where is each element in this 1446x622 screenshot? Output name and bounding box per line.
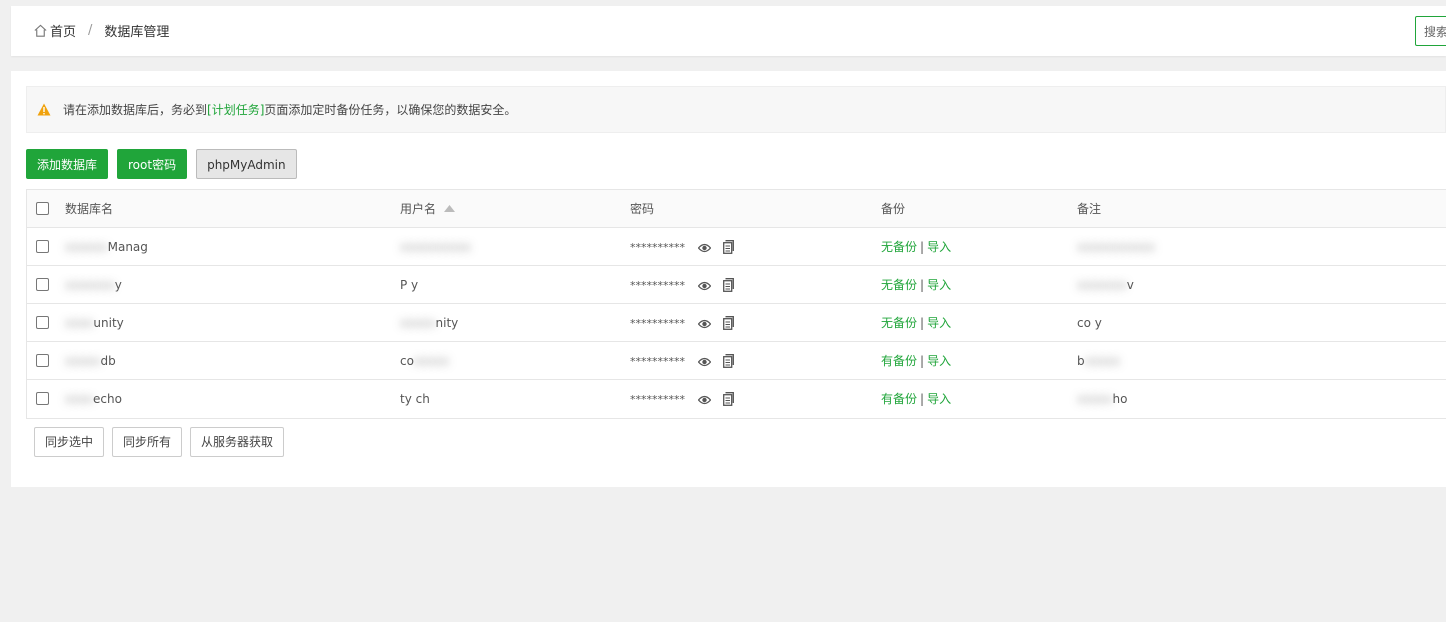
table-header: 数据库名 用户名 密码 备份 备注 bbox=[27, 190, 1446, 228]
db-note[interactable]: co y bbox=[1077, 304, 1102, 342]
search-input[interactable]: 搜索 bbox=[1415, 16, 1446, 46]
db-backup: 无备份 | 导入 bbox=[881, 240, 952, 254]
db-user: coxxxxx bbox=[400, 354, 450, 368]
db-name[interactable]: xxxxxdb bbox=[65, 342, 116, 380]
table-row: xxxxecho ty ch ********** 有备份 | 导入 xxxxxho bbox=[27, 380, 1446, 418]
table-row: xxxxxxxy P y ********** 无备份 | 导入 xxxxxxxv bbox=[27, 266, 1446, 304]
header-name: 数据库名 bbox=[65, 202, 114, 216]
root-password-button[interactable]: root密码 bbox=[117, 149, 188, 179]
password-mask: ********** bbox=[630, 355, 685, 368]
db-note[interactable]: xxxxxxxxxxx bbox=[1077, 228, 1155, 266]
notice-text-before: 请在添加数据库后，务必到 bbox=[63, 103, 208, 117]
row-checkbox[interactable] bbox=[36, 240, 49, 253]
db-note[interactable]: xxxxxxxv bbox=[1077, 266, 1134, 304]
copy-icon[interactable] bbox=[722, 316, 734, 330]
db-password: ********** bbox=[630, 304, 734, 342]
toolbar: 添加数据库 root密码 phpMyAdmin bbox=[26, 149, 306, 179]
copy-icon[interactable] bbox=[722, 240, 734, 254]
fetch-from-server-button[interactable]: 从服务器获取 bbox=[190, 427, 285, 457]
add-database-button[interactable]: 添加数据库 bbox=[26, 149, 109, 179]
import-link[interactable]: 导入 bbox=[927, 240, 951, 254]
eye-icon[interactable] bbox=[697, 280, 712, 292]
db-password: ********** bbox=[630, 342, 734, 380]
backup-link[interactable]: 有备份 bbox=[881, 392, 917, 406]
header-password: 密码 bbox=[630, 202, 655, 216]
db-password: ********** bbox=[630, 228, 734, 266]
database-panel: 请在添加数据库后，务必到 [计划任务] 页面添加定时备份任务，以确保您的数据安全。 … bbox=[11, 71, 1446, 487]
eye-icon[interactable] bbox=[697, 318, 712, 330]
backup-link[interactable]: 无备份 bbox=[881, 240, 917, 254]
db-password: ********** bbox=[630, 380, 734, 418]
db-user: ty ch bbox=[400, 392, 430, 406]
table-row: xxxxunity xxxxxnity ********** 无备份 | 导入 co… bbox=[27, 304, 1446, 342]
import-link[interactable]: 导入 bbox=[927, 392, 951, 406]
breadcrumb-home[interactable]: 首页 bbox=[50, 21, 76, 40]
backup-link[interactable]: 无备份 bbox=[881, 278, 917, 292]
copy-icon[interactable] bbox=[722, 392, 734, 406]
backup-link[interactable]: 有备份 bbox=[881, 354, 917, 368]
top-bar: 首页 / 数据库管理 搜索 bbox=[11, 6, 1446, 56]
password-mask: ********** bbox=[630, 317, 685, 330]
row-checkbox[interactable] bbox=[36, 392, 49, 405]
backup-notice: 请在添加数据库后，务必到 [计划任务] 页面添加定时备份任务，以确保您的数据安全。 bbox=[26, 86, 1446, 133]
db-name[interactable]: xxxxunity bbox=[65, 304, 124, 342]
db-backup: 无备份 | 导入 bbox=[881, 278, 952, 292]
sort-up-icon[interactable] bbox=[444, 205, 456, 212]
bulk-actions: 同步选中 同步所有 从服务器获取 bbox=[34, 427, 292, 457]
cron-task-link[interactable]: [计划任务] bbox=[207, 101, 264, 118]
backup-link[interactable]: 无备份 bbox=[881, 316, 917, 330]
header-user[interactable]: 用户名 bbox=[400, 190, 456, 228]
warning-icon bbox=[37, 103, 51, 116]
copy-icon[interactable] bbox=[722, 354, 734, 368]
sync-all-button[interactable]: 同步所有 bbox=[112, 427, 183, 457]
db-note[interactable]: xxxxxho bbox=[1077, 380, 1127, 418]
home-icon[interactable] bbox=[33, 23, 48, 38]
import-link[interactable]: 导入 bbox=[927, 278, 951, 292]
row-checkbox[interactable] bbox=[36, 354, 49, 367]
breadcrumb: 首页 / 数据库管理 bbox=[33, 21, 169, 40]
table-row: xxxxxxManag xxxxxxxxxx ********** 无备份 | 导入… bbox=[27, 228, 1446, 266]
db-user: xxxxxxxxxx bbox=[400, 240, 472, 254]
breadcrumb-separator: / bbox=[88, 23, 93, 38]
db-password: ********** bbox=[630, 266, 734, 304]
db-name[interactable]: xxxxxxManag bbox=[65, 228, 148, 266]
password-mask: ********** bbox=[630, 241, 685, 254]
header-user-label: 用户名 bbox=[400, 202, 437, 216]
row-checkbox[interactable] bbox=[36, 316, 49, 329]
db-user: xxxxxnity bbox=[400, 316, 459, 330]
database-table: 数据库名 用户名 密码 备份 备注 xxxxxxManag xxxxxxxxxx… bbox=[26, 189, 1446, 419]
db-backup: 有备份 | 导入 bbox=[881, 392, 952, 406]
breadcrumb-current: 数据库管理 bbox=[104, 25, 170, 40]
db-backup: 有备份 | 导入 bbox=[881, 354, 952, 368]
password-mask: ********** bbox=[630, 279, 685, 292]
db-user: P y bbox=[400, 278, 419, 292]
select-all-checkbox[interactable] bbox=[36, 202, 49, 215]
header-backup: 备份 bbox=[881, 202, 906, 216]
db-note[interactable]: bxxxxx bbox=[1077, 342, 1120, 380]
eye-icon[interactable] bbox=[697, 242, 712, 254]
copy-icon[interactable] bbox=[722, 278, 734, 292]
password-mask: ********** bbox=[630, 393, 685, 406]
import-link[interactable]: 导入 bbox=[927, 354, 951, 368]
row-checkbox[interactable] bbox=[36, 278, 49, 291]
db-backup: 无备份 | 导入 bbox=[881, 316, 952, 330]
eye-icon[interactable] bbox=[697, 356, 712, 368]
sync-selected-button[interactable]: 同步选中 bbox=[34, 427, 105, 457]
notice-text-after: 页面添加定时备份任务，以确保您的数据安全。 bbox=[264, 103, 517, 117]
phpmyadmin-button[interactable]: phpMyAdmin bbox=[196, 149, 297, 179]
db-name[interactable]: xxxxxxxy bbox=[65, 266, 122, 304]
db-name[interactable]: xxxxecho bbox=[65, 380, 122, 418]
import-link[interactable]: 导入 bbox=[927, 316, 951, 330]
eye-icon[interactable] bbox=[697, 394, 712, 406]
table-row: xxxxxdb coxxxxx ********** 有备份 | 导入 bxxxxx bbox=[27, 342, 1446, 380]
header-note: 备注 bbox=[1077, 202, 1102, 216]
